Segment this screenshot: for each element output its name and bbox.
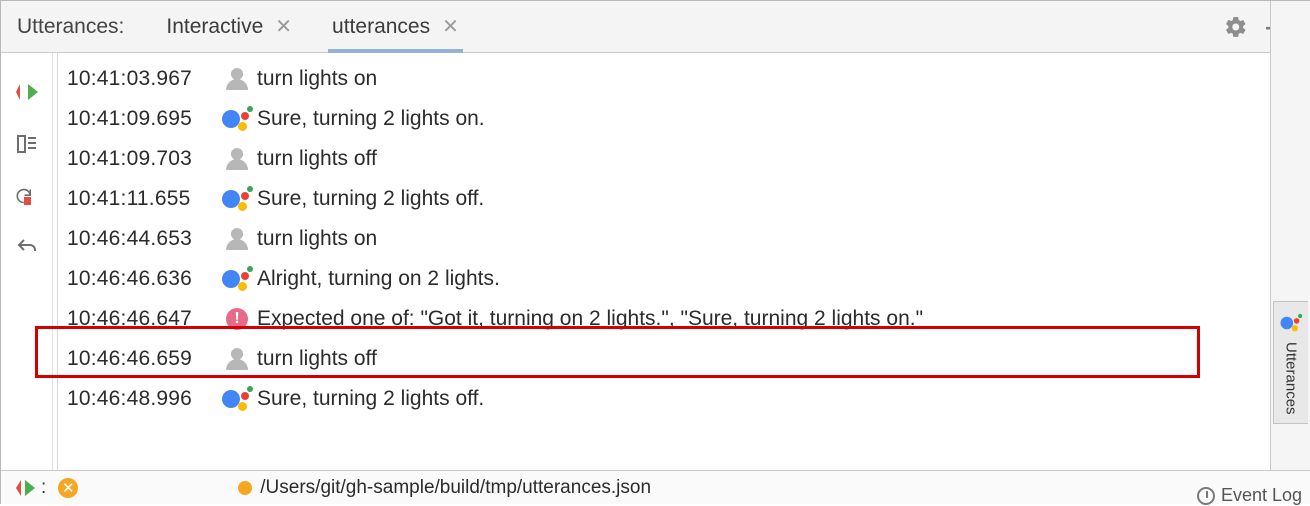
log-row: 10:46:48.996 Sure, turning 2 lights off. [67, 379, 1310, 419]
event-log-label: Event Log [1221, 485, 1302, 506]
tool-window-title: Utterances: [17, 15, 124, 39]
run-icon[interactable] [14, 79, 40, 105]
log-message: turn lights on [257, 227, 377, 251]
right-rail: Utterances [1270, 1, 1310, 470]
assistant-icon [1281, 314, 1302, 332]
timestamp: 10:41:03.967 [67, 67, 217, 91]
user-icon [226, 148, 248, 170]
timestamp: 10:46:48.996 [67, 387, 217, 411]
tab-label: utterances [332, 15, 430, 39]
log-row: 10:41:09.703 turn lights off [67, 139, 1310, 179]
log-message: turn lights on [257, 67, 377, 91]
undo-icon[interactable] [14, 235, 40, 261]
log-message: Sure, turning 2 lights off. [257, 187, 484, 211]
run-icon[interactable] [15, 480, 35, 496]
status-colon: : [41, 477, 46, 499]
assistant-icon [222, 266, 252, 292]
tab-label: Interactive [166, 15, 263, 39]
timestamp: 10:46:46.647 [67, 307, 217, 331]
log-row: 10:41:03.967 turn lights on [67, 59, 1310, 99]
timestamp: 10:41:11.655 [67, 187, 217, 211]
log-row: 10:46:46.659 turn lights off [67, 339, 1310, 379]
log-row: 10:46:44.653 turn lights on [67, 219, 1310, 259]
status-bar: : ✕ /Users/git/gh-sample/build/tmp/utter… [1, 470, 1310, 504]
error-icon: ! [226, 308, 248, 330]
clock-icon [1197, 487, 1215, 505]
timestamp: 10:46:46.659 [67, 347, 217, 371]
timestamp: 10:41:09.703 [67, 147, 217, 171]
rerun-icon[interactable] [14, 183, 40, 209]
left-toolbar [1, 53, 53, 470]
close-icon[interactable]: ✕ [275, 14, 292, 39]
log-message: turn lights off [257, 147, 377, 171]
log-panel: 10:41:03.967 turn lights on 10:41:09.695 Su… [53, 53, 1310, 470]
cancel-icon[interactable]: ✕ [58, 478, 78, 498]
user-icon [226, 68, 248, 90]
tab-utterances[interactable]: utterances ✕ [332, 1, 459, 52]
layout-icon[interactable] [14, 131, 40, 157]
user-icon [226, 228, 248, 250]
timestamp: 10:46:44.653 [67, 227, 217, 251]
tab-interactive[interactable]: Interactive ✕ [166, 1, 292, 52]
assistant-icon [222, 186, 252, 212]
log-message: Expected one of: "Got it, turning on 2 l… [257, 307, 923, 331]
log-message: Sure, turning 2 lights on. [257, 107, 485, 131]
log-row: 10:41:09.695 Sure, turning 2 lights on. [67, 99, 1310, 139]
assistant-icon [222, 386, 252, 412]
log-row: 10:41:11.655 Sure, turning 2 lights off. [67, 179, 1310, 219]
assistant-icon [222, 106, 252, 132]
gear-icon[interactable] [1224, 15, 1248, 39]
event-log-button[interactable]: Event Log [1197, 485, 1302, 506]
log-row: 10:46:46.647! Expected one of: "Got it, t… [67, 299, 1310, 339]
log-message: Alright, turning on 2 lights. [257, 267, 500, 291]
tool-window-header: Utterances: Interactive ✕ utterances ✕ — [1, 1, 1310, 53]
right-tab-utterances[interactable]: Utterances [1273, 301, 1308, 424]
warning-dot-icon [238, 481, 252, 495]
close-icon[interactable]: ✕ [442, 14, 459, 39]
timestamp: 10:46:46.636 [67, 267, 217, 291]
log-message: turn lights off [257, 347, 377, 371]
log-row: 10:46:46.636 Alright, turning on 2 lights… [67, 259, 1310, 299]
timestamp: 10:41:09.695 [67, 107, 217, 131]
status-path: /Users/git/gh-sample/build/tmp/utterance… [260, 477, 651, 499]
user-icon [226, 348, 248, 370]
log-message: Sure, turning 2 lights off. [257, 387, 484, 411]
right-tab-label: Utterances [1283, 342, 1300, 415]
